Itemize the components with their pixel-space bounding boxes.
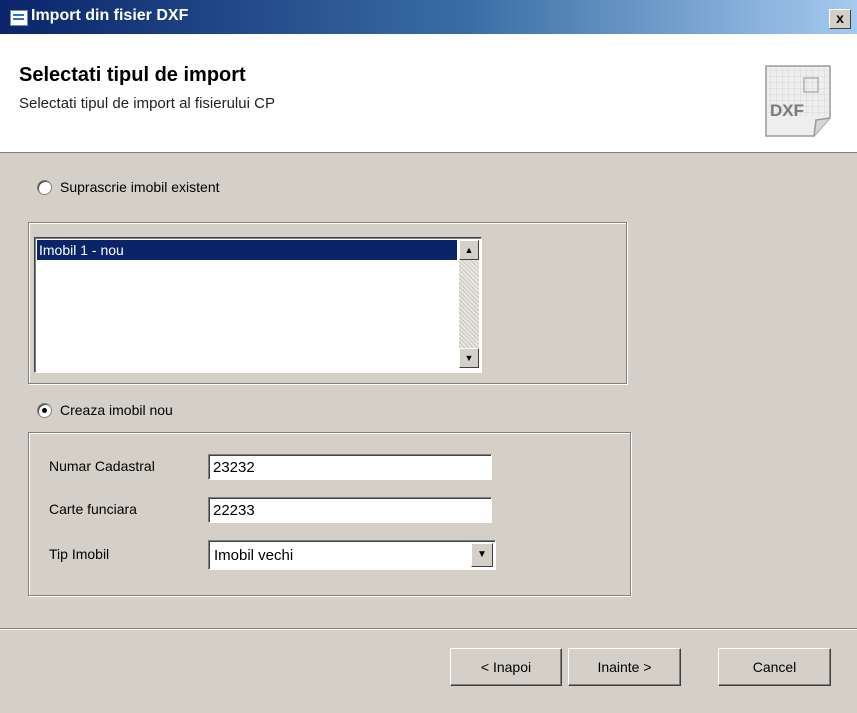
scroll-up-icon[interactable]: ▲	[459, 240, 479, 260]
carte-label: Carte funciara	[49, 501, 137, 517]
create-label: Creaza imobil nou	[60, 402, 173, 418]
vertical-scrollbar[interactable]: ▲ ▼	[459, 240, 479, 368]
cancel-button-label: Cancel	[752, 659, 797, 675]
back-button-label: < Inapoi	[480, 659, 532, 675]
tip-label: Tip Imobil	[49, 546, 110, 562]
footer-separator	[0, 628, 857, 630]
create-option[interactable]: Creaza imobil nou	[37, 402, 173, 418]
cadastral-label: Numar Cadastral	[49, 458, 155, 474]
list-item[interactable]: Imobil 1 - nou	[37, 240, 457, 260]
overwrite-option[interactable]: Suprascrie imobil existent	[37, 179, 220, 195]
dxf-icon-text: DXF	[770, 101, 804, 120]
cadastral-input[interactable]: 23232	[208, 454, 492, 480]
overwrite-label: Suprascrie imobil existent	[60, 179, 220, 195]
imobil-listbox[interactable]: Imobil 1 - nou ▲ ▼	[34, 237, 482, 373]
chevron-down-icon[interactable]: ▼	[471, 543, 493, 567]
step-subtitle: Selectati tipul de import al fisierului …	[19, 95, 275, 112]
wizard-header: Selectati tipul de import Selectati tipu…	[0, 34, 857, 153]
close-icon: x	[836, 10, 844, 26]
carte-input[interactable]: 22233	[208, 497, 492, 523]
window-title: Import din fisier DXF	[31, 7, 189, 24]
next-button-label: Inainte >	[597, 659, 652, 675]
dxf-file-icon: DXF	[765, 65, 831, 137]
title-bar: Import din fisier DXF x	[0, 0, 857, 34]
create-radio[interactable]	[37, 402, 52, 418]
step-title: Selectati tipul de import	[19, 64, 246, 86]
next-button[interactable]: Inainte >	[568, 648, 681, 686]
close-button[interactable]: x	[829, 9, 851, 29]
tip-imobil-select[interactable]: Imobil vechi ▼	[208, 540, 496, 570]
app-window-icon[interactable]	[10, 10, 28, 26]
back-button[interactable]: < Inapoi	[450, 648, 562, 686]
overwrite-radio[interactable]	[37, 179, 52, 195]
cancel-button[interactable]: Cancel	[718, 648, 831, 686]
tip-imobil-value: Imobil vechi	[214, 547, 294, 564]
scroll-down-icon[interactable]: ▼	[459, 348, 479, 368]
